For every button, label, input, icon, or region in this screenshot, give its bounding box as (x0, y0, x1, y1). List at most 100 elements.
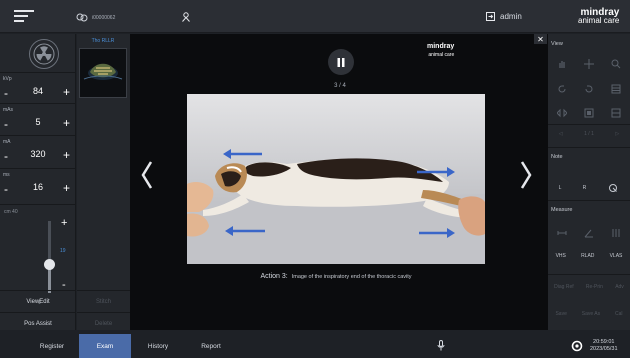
mas-label: mAs (3, 107, 13, 113)
viewedit-button[interactable]: ViewEdit (0, 290, 76, 312)
patient-id[interactable]: i00000062 (76, 13, 115, 22)
pos-assist-button[interactable]: Pos Assist (0, 312, 76, 334)
gear-icon[interactable] (571, 340, 583, 354)
divider (548, 147, 630, 148)
tools-panel: View ◁ 1 / 1 ▷ Note L R Measure VHS RLAD… (548, 34, 630, 330)
thumbnail-label: Tho RLLR (91, 38, 115, 44)
clock-time: 20:59:01 (593, 339, 615, 345)
fit-icon[interactable] (583, 107, 595, 119)
chevron-right-icon[interactable] (520, 160, 532, 192)
slide-counter: 3 / 4 (334, 83, 346, 89)
zoom-icon[interactable] (610, 58, 622, 70)
pause-icon (337, 57, 345, 67)
ratio-icon[interactable] (610, 227, 622, 239)
kvp-plus-button[interactable]: + (63, 85, 70, 99)
slider-value: 19 (60, 248, 66, 254)
person-icon[interactable] (181, 12, 191, 22)
re-print-button[interactable]: Re-Prin (586, 284, 603, 290)
view-row-1 (548, 58, 630, 70)
layout-icon[interactable] (610, 107, 622, 119)
clock: 20:59:01 2023/05/31 (590, 339, 618, 353)
note-left-marker[interactable]: L (559, 185, 562, 191)
delete-button[interactable]: Delete (77, 312, 130, 334)
top-bar: i00000062 admin mindray animal care (0, 0, 630, 33)
divider (548, 200, 630, 201)
action-caption: Action 3: Image of the inspiratory end of… (187, 273, 485, 280)
caption-text: Image of the inspiratory end of the thor… (291, 274, 412, 280)
prev-page-icon[interactable]: ◁ (559, 131, 563, 137)
measure-labels-row: VHS RLAD VLAS (548, 253, 630, 259)
viewer-logo-sub: animal care (428, 52, 455, 58)
annotation-icon[interactable] (607, 182, 619, 194)
pan-icon[interactable] (556, 58, 568, 70)
divider (548, 124, 630, 125)
view-section-label: View (551, 41, 563, 47)
close-icon[interactable]: ✕ (534, 34, 547, 44)
rotate-right-icon[interactable] (583, 83, 595, 95)
pause-button[interactable] (328, 49, 354, 75)
ma-control: mA - 320 + (0, 135, 76, 171)
cal-button[interactable]: Cal (615, 311, 623, 317)
user-name: admin (500, 12, 522, 21)
menu-icon[interactable] (14, 10, 34, 24)
brand-sub: animal care (578, 16, 620, 25)
vlas-button[interactable]: VLAS (610, 253, 623, 259)
crosshair-icon[interactable] (583, 58, 595, 70)
login-icon (486, 12, 495, 21)
positioning-photo (187, 94, 485, 264)
mas-plus-button[interactable]: + (63, 116, 70, 130)
save-button[interactable]: Save (555, 311, 566, 317)
slider-track[interactable] (48, 221, 51, 293)
xray-thumbnail[interactable] (79, 48, 127, 98)
slider-handle[interactable] (44, 258, 55, 270)
bottom-bar: Register Exam History Report 20:59:01 20… (0, 334, 630, 358)
view-row-3 (548, 107, 630, 119)
exposure-panel: kVp - 84 + mAs - 5 + mA - 320 + ms - 16 … (0, 34, 130, 330)
note-right-marker[interactable]: R (583, 185, 587, 191)
ms-control: ms - 16 + (0, 168, 76, 204)
measure-section-label: Measure (551, 207, 573, 213)
guide-viewer: ✕ mindray animal care 3 / 4 Action 3: Im… (130, 34, 548, 330)
chevron-left-icon[interactable] (141, 160, 153, 192)
ma-plus-button[interactable]: + (63, 148, 70, 162)
tab-register[interactable]: Register (26, 334, 78, 358)
view-row-2 (548, 83, 630, 95)
angle-icon[interactable] (583, 227, 595, 239)
kvp-label: kVp (3, 76, 12, 82)
diag-ref-button[interactable]: Diag Ref (554, 284, 573, 290)
slider-top-label: cm 40 (4, 209, 18, 215)
invert-icon[interactable] (610, 83, 622, 95)
line-measure-icon[interactable] (556, 227, 568, 239)
patient-id-text: i00000062 (92, 14, 116, 21)
patient-icon (76, 13, 88, 22)
page-nav: ◁ 1 / 1 ▷ (548, 131, 630, 137)
caption-action: Action 3: (260, 273, 288, 280)
stitch-button[interactable]: Stitch (77, 290, 130, 312)
flip-icon[interactable] (556, 107, 568, 119)
brand-logo: mindray animal care (578, 8, 620, 25)
rotate-left-icon[interactable] (556, 83, 568, 95)
page-indicator: 1 / 1 (584, 131, 594, 137)
ms-plus-button[interactable]: + (63, 181, 70, 195)
slider-plus-button[interactable]: + (61, 217, 67, 229)
rlad-button[interactable]: RLAD (581, 253, 594, 259)
tab-report[interactable]: Report (185, 334, 237, 358)
clock-date: 2023/05/31 (590, 346, 618, 352)
mas-control: mAs - 5 + (0, 103, 76, 139)
ms-label: ms (3, 172, 10, 178)
vhs-button[interactable]: VHS (556, 253, 566, 259)
tab-history[interactable]: History (132, 334, 184, 358)
ma-label: mA (3, 139, 11, 145)
note-row: L R (548, 182, 630, 194)
dim-row-1: Diag Ref Re-Prin Adv (548, 284, 630, 290)
adv-button[interactable]: Adv (615, 284, 624, 290)
exposure-column: kVp - 84 + mAs - 5 + mA - 320 + ms - 16 … (0, 34, 76, 330)
user-menu[interactable]: admin (486, 12, 522, 21)
viewer-logo-name: mindray (427, 43, 455, 50)
next-page-icon[interactable]: ▷ (615, 131, 619, 137)
tab-exam[interactable]: Exam (79, 334, 131, 358)
radiation-icon[interactable] (29, 39, 59, 69)
save-as-button[interactable]: Save As (582, 311, 600, 317)
viewer-logo: mindray animal care (427, 43, 454, 59)
microphone-icon[interactable] (437, 340, 445, 353)
